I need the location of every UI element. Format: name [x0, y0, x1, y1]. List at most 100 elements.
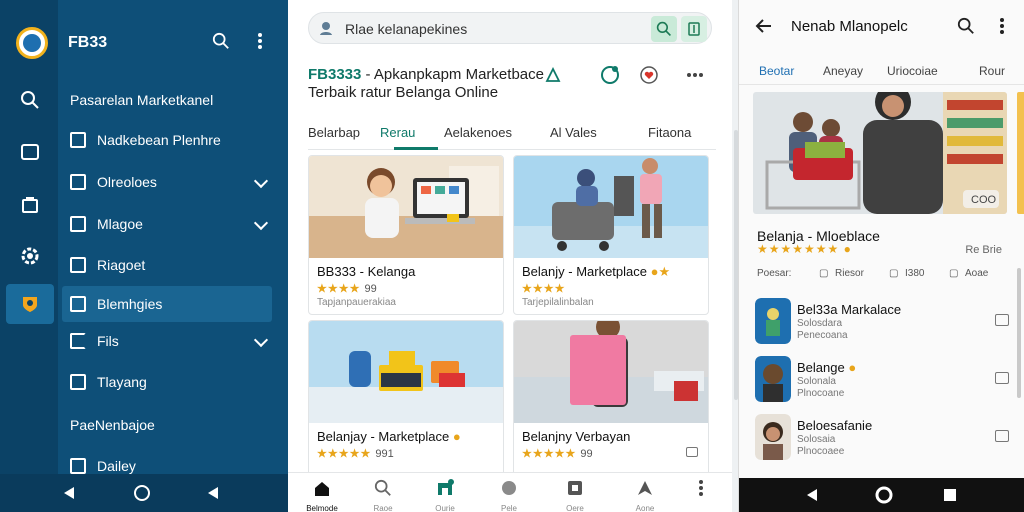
tab-rerau[interactable]: Rerau	[380, 125, 415, 140]
card-title-text: Belanjy - Marketplace	[522, 264, 647, 279]
box-icon	[568, 481, 582, 495]
home-circle-icon[interactable]	[134, 485, 150, 501]
rating-stars: ★★★★★ 99	[522, 447, 593, 460]
product-card[interactable]: Belanjny Verbayan ★★★★★ 99	[513, 320, 709, 480]
tab-rour[interactable]: Rour	[979, 64, 1005, 78]
product-card[interactable]: Belanjay - Marketplace ● ★★★★★ 991	[308, 320, 504, 480]
tab-divider	[739, 84, 1024, 85]
system-nav-bar	[739, 478, 1024, 512]
tag-icon	[638, 481, 652, 495]
list-item-title: Bel33a Markalace	[797, 302, 902, 317]
product-card[interactable]: Belanjy - Marketplace ●★ ★★★★ Tarjepilal…	[513, 155, 709, 315]
search-icon[interactable]	[955, 15, 977, 37]
system-nav-bar	[0, 474, 288, 512]
square-icon[interactable]	[19, 141, 41, 163]
bag-icon[interactable]	[19, 193, 41, 215]
checkbox-icon	[70, 216, 86, 232]
tab-aneyay[interactable]: Aneyay	[823, 64, 863, 78]
folder-icon[interactable]	[995, 314, 1009, 326]
chat-icon[interactable]	[599, 64, 621, 86]
left-drawer: FB33 Pasarelan Marketkanel Nadkebean Ple…	[0, 0, 288, 512]
drawer-title: FB33	[68, 34, 108, 51]
search-bar[interactable]: Rlae kelanapekines	[308, 12, 712, 44]
back-icon[interactable]	[807, 489, 817, 501]
list-item-subtitle: Solonala Plnocoane	[797, 376, 844, 400]
more-horiz-icon[interactable]	[684, 64, 706, 86]
product-card[interactable]: BB333 - Kelanga ★★★★ 99 Tapjanpauerakiaa	[308, 155, 504, 315]
drawer-item-6[interactable]: Fils	[62, 323, 272, 359]
home-circle-icon[interactable]	[875, 486, 893, 504]
comment-icon[interactable]	[686, 447, 698, 457]
list-item[interactable]: Bel33a Markalace Solosdara Penecoana	[755, 298, 1011, 352]
more-vert-icon[interactable]	[249, 30, 271, 52]
folder-icon[interactable]	[995, 372, 1009, 384]
comment-icon[interactable]: ▢	[949, 268, 958, 279]
search-input[interactable]: Rlae kelanapekines	[345, 21, 467, 37]
list-item[interactable]: Belange ● Solonala Plnocoane	[755, 356, 1011, 410]
recents-icon[interactable]	[208, 487, 218, 499]
drawer-item-5[interactable]: Blemhgies	[62, 286, 272, 322]
stars: ★★★★★★★	[757, 242, 840, 256]
drawer-item-3[interactable]: Mlagoe	[62, 206, 272, 242]
card-title-text: Belanjay - Marketplace	[317, 429, 450, 444]
nav-box[interactable]: Oere	[550, 479, 600, 512]
rating-value: 99	[364, 283, 377, 295]
tab-aelakenoes[interactable]: Aelakenoes	[444, 125, 512, 140]
product-image	[514, 156, 708, 258]
rating-value: 99	[580, 448, 593, 460]
comment-icon[interactable]: ▢	[819, 268, 828, 279]
list-item-title: Beloesafanie	[797, 418, 873, 433]
tab-indicator	[394, 147, 438, 150]
tab-fitaona[interactable]: Fitaona	[648, 125, 691, 140]
search-icon[interactable]	[210, 30, 232, 52]
hero-price: Re Brie	[965, 244, 1002, 256]
brand-name: FB3333	[308, 66, 362, 83]
filter-icon[interactable]	[681, 16, 707, 42]
settings-icon[interactable]	[19, 245, 41, 267]
drawer-item-7[interactable]: Tlayang	[62, 364, 272, 400]
list-thumbnail	[755, 414, 791, 460]
tab-beotar[interactable]: Beotar	[759, 64, 794, 78]
card-subtitle: Tarjepilalinbalan	[522, 297, 594, 308]
nav-more[interactable]	[676, 479, 726, 504]
more-vert-icon[interactable]	[991, 15, 1013, 37]
scrollbar[interactable]	[1017, 268, 1021, 398]
nav-circle[interactable]: Pele	[484, 479, 534, 512]
nav-store[interactable]: Ourie	[420, 479, 470, 512]
search-icon[interactable]	[651, 16, 677, 42]
app-logo-icon[interactable]	[16, 27, 48, 59]
list-item-title: Belange ●	[797, 360, 856, 375]
list-thumbnail	[755, 298, 791, 344]
folder-icon[interactable]	[995, 430, 1009, 442]
drawer-item-label: Olreoloes	[97, 174, 157, 190]
drawer-item-1[interactable]: Nadkebean Plenhre	[62, 122, 272, 158]
tab-uriocoiae[interactable]: Uriocoiae	[887, 64, 938, 78]
detail-panel: Nenab Mlanopelc Beotar Aneyay Uriocoiae …	[738, 0, 1024, 512]
list-item[interactable]: Beloesafanie Solosaia Plnocoaee	[755, 414, 1011, 468]
title-line-2: Terbaik ratur Belanga Online	[308, 84, 499, 101]
comment-icon[interactable]: ▢	[889, 268, 898, 279]
recents-icon[interactable]	[944, 489, 956, 501]
drawer-item-2[interactable]: Olreoloes	[62, 164, 272, 200]
hero-image: COO	[753, 92, 1007, 214]
chevron-down-icon	[253, 173, 269, 189]
tab-al-vales[interactable]: Al Vales	[550, 125, 597, 140]
tab-belarbap[interactable]: Belarbap	[308, 125, 360, 140]
list-item-title-text: Belange	[797, 360, 845, 375]
back-arrow-icon[interactable]	[753, 15, 775, 37]
shield-icon[interactable]	[19, 293, 41, 315]
search-icon[interactable]	[19, 89, 41, 111]
drawer-item-label: Dailey	[97, 458, 136, 474]
nav-search[interactable]: Raoe	[358, 479, 408, 512]
heart-icon[interactable]	[638, 64, 660, 86]
back-icon[interactable]	[64, 487, 74, 499]
nav-label: Ourie	[435, 504, 455, 512]
drawer-item-label: Blemhgies	[97, 296, 163, 312]
nav-home[interactable]: Belmode	[297, 479, 347, 512]
nav-tag[interactable]: Aone	[620, 479, 670, 512]
drawer-item-label: Mlagoe	[97, 216, 143, 232]
badge-icon: ●★	[650, 264, 671, 279]
share-icon[interactable]	[542, 64, 564, 86]
drawer-item-4[interactable]: Riagoet	[62, 247, 272, 283]
card-subtitle: Tapjanpauerakiaa	[317, 297, 396, 308]
